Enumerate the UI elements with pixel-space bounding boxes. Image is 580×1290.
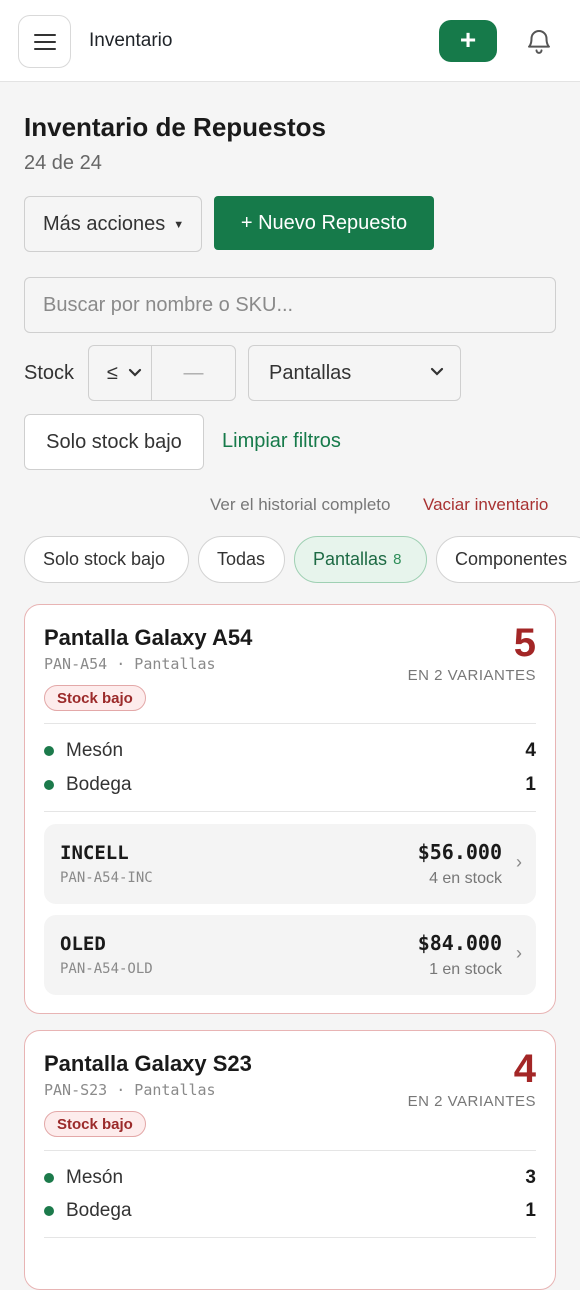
stock-filter-label: Stock bbox=[24, 362, 75, 384]
location-name: Mesón bbox=[66, 740, 124, 761]
stock-operator-value: ≤ bbox=[107, 361, 118, 384]
menu-button[interactable] bbox=[18, 15, 71, 68]
location-row: Bodega 1 bbox=[44, 772, 536, 798]
more-actions-label: Más acciones bbox=[43, 212, 166, 235]
chip-label: Pantallas bbox=[313, 549, 388, 569]
stock-value-input[interactable]: — bbox=[151, 345, 236, 401]
status-badge: Stock bajo bbox=[44, 685, 146, 711]
divider bbox=[44, 1150, 536, 1151]
chevron-down-icon bbox=[128, 365, 142, 381]
chip-label: Componentes bbox=[455, 549, 568, 569]
variant-price: $56.000 bbox=[417, 840, 502, 864]
variant-name: OLED bbox=[60, 933, 106, 955]
variant-name: INCELL bbox=[60, 842, 129, 864]
status-dot bbox=[44, 746, 54, 756]
variant-stock: 1 en stock bbox=[429, 961, 502, 978]
chevron-down-icon bbox=[430, 364, 444, 380]
empty-inventory-link[interactable]: Vaciar inventario bbox=[423, 495, 548, 515]
top-bar: Inventario + bbox=[0, 0, 580, 82]
chip-all[interactable]: Todas bbox=[198, 536, 285, 583]
divider bbox=[44, 723, 536, 724]
product-sku: PAN-A54 · Pantallas bbox=[44, 655, 216, 673]
variant-card[interactable]: OLED PAN-A54-OLD $84.000 1 en stock › bbox=[44, 915, 536, 995]
new-part-button[interactable]: + Nuevo Repuesto bbox=[214, 196, 434, 250]
location-qty: 1 bbox=[525, 774, 536, 795]
location-qty: 4 bbox=[525, 740, 536, 761]
status-dot bbox=[44, 780, 54, 790]
location-name: Mesón bbox=[66, 1167, 124, 1188]
location-qty: 1 bbox=[525, 1200, 536, 1221]
variant-sku: PAN-A54-INC bbox=[60, 870, 153, 886]
chevron-right-icon: › bbox=[516, 852, 522, 872]
history-link[interactable]: Ver el historial completo bbox=[210, 495, 390, 515]
product-variants-label: EN 2 VARIANTES bbox=[407, 667, 536, 684]
divider bbox=[44, 1237, 536, 1238]
add-button[interactable]: + bbox=[439, 20, 497, 62]
search-input[interactable]: Buscar por nombre o SKU... bbox=[24, 277, 556, 333]
location-row: Mesón 3 bbox=[44, 1165, 536, 1191]
product-name: Pantalla Galaxy S23 bbox=[44, 1051, 252, 1076]
location-name: Bodega bbox=[66, 774, 132, 795]
status-dot bbox=[44, 1173, 54, 1183]
bell-icon[interactable] bbox=[524, 26, 554, 56]
more-actions-button[interactable]: Más acciones ▼ bbox=[24, 196, 202, 252]
location-row: Bodega 1 bbox=[44, 1198, 536, 1224]
product-variants-label: EN 2 VARIANTES bbox=[407, 1093, 536, 1110]
variant-sku: PAN-A54-OLD bbox=[60, 961, 153, 977]
status-badge: Stock bajo bbox=[44, 1111, 146, 1137]
product-card[interactable]: Pantalla Galaxy S23 PAN-S23 · Pantallas … bbox=[24, 1030, 556, 1290]
location-row: Mesón 4 bbox=[44, 738, 536, 764]
chip-componentes[interactable]: Componentes bbox=[436, 536, 580, 583]
category-value: Pantallas bbox=[269, 361, 352, 384]
product-name: Pantalla Galaxy A54 bbox=[44, 625, 253, 650]
chevron-right-icon: › bbox=[516, 943, 522, 963]
product-sku: PAN-S23 · Pantallas bbox=[44, 1081, 216, 1099]
chip-label: Todas bbox=[217, 549, 266, 569]
app-title: Inventario bbox=[89, 30, 173, 51]
divider bbox=[44, 811, 536, 812]
location-qty: 3 bbox=[525, 1167, 536, 1188]
variant-card[interactable]: INCELL PAN-A54-INC $56.000 4 en stock › bbox=[44, 824, 536, 904]
status-dot bbox=[44, 1206, 54, 1216]
chip-count: 8 bbox=[393, 551, 402, 568]
result-count: 24 de 24 bbox=[24, 152, 102, 174]
caret-down-icon: ▼ bbox=[173, 219, 185, 231]
category-select[interactable]: Pantallas bbox=[248, 345, 461, 401]
variant-stock: 4 en stock bbox=[429, 870, 502, 887]
low-stock-filter-button[interactable]: Solo stock bajo bbox=[24, 414, 204, 470]
product-total-stock: 4 bbox=[513, 1047, 536, 1091]
product-card[interactable]: Pantalla Galaxy A54 PAN-A54 · Pantallas … bbox=[24, 604, 556, 1014]
clear-filters-link[interactable]: Limpiar filtros bbox=[222, 430, 341, 453]
variant-price: $84.000 bbox=[417, 931, 502, 955]
stock-operator-select[interactable]: ≤ bbox=[88, 345, 152, 401]
chip-pantallas[interactable]: Pantallas 8 bbox=[294, 536, 427, 583]
category-chips: Solo stock bajo Todas Pantallas 8 Compon… bbox=[24, 536, 580, 584]
chip-label: Solo stock bajo bbox=[43, 549, 166, 569]
location-name: Bodega bbox=[66, 1200, 132, 1221]
product-total-stock: 5 bbox=[513, 621, 536, 665]
chip-low-stock[interactable]: Solo stock bajo bbox=[24, 536, 189, 583]
page-title: Inventario de Repuestos bbox=[24, 112, 326, 142]
hamburger-icon bbox=[33, 33, 56, 50]
